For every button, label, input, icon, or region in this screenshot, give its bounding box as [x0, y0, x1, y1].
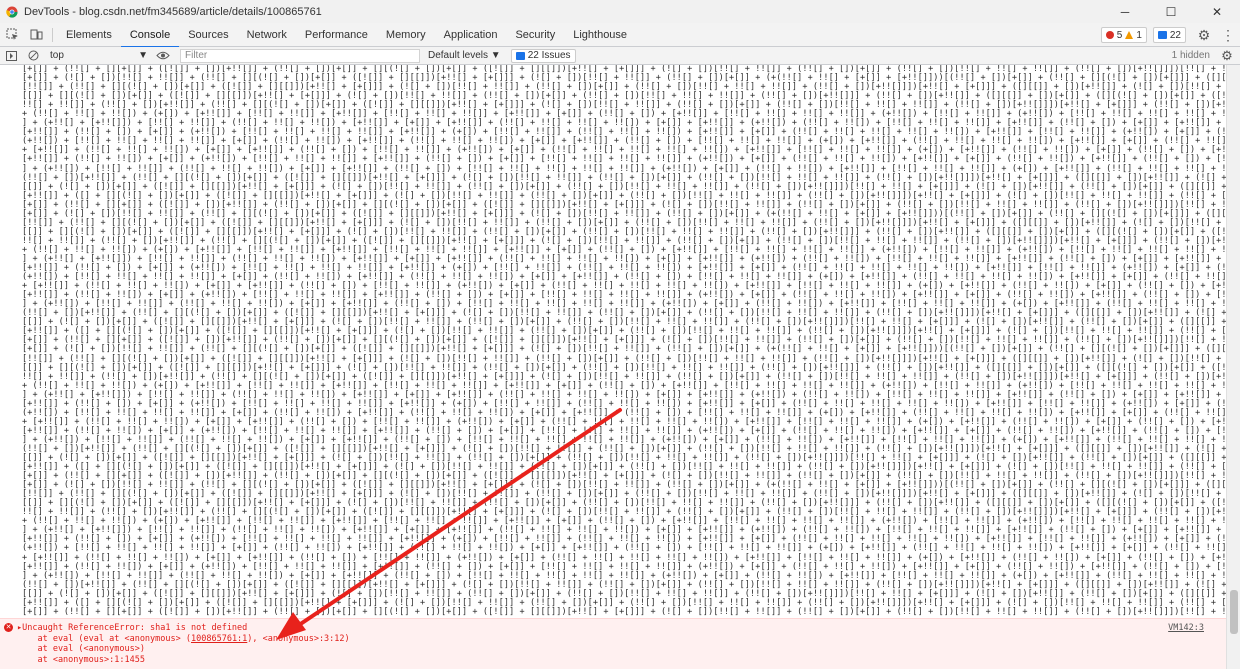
log-levels-dropdown[interactable]: Default levels ▼	[428, 50, 501, 61]
issues-label: 22 Issues	[527, 50, 571, 61]
error-icon	[1105, 31, 1114, 39]
messages-count: 22	[1169, 29, 1181, 41]
tab-performance[interactable]: Performance	[296, 23, 377, 47]
toolbar-divider	[52, 27, 53, 42]
settings-gear-icon[interactable]: ⚙	[1192, 24, 1216, 46]
tab-network[interactable]: Network	[238, 23, 296, 47]
tab-application[interactable]: Application	[435, 23, 507, 47]
clear-console-icon[interactable]	[22, 47, 44, 65]
error-count: 5	[1116, 29, 1123, 41]
devtools-tabbar: Elements Console Sources Network Performance…	[0, 23, 1240, 48]
filter-placeholder: Filter	[185, 50, 208, 61]
error-title[interactable]: ▸Uncaught ReferenceError: sha1 is not de…	[17, 623, 247, 633]
window-title: DevTools - blog.csdn.net/fm345689/articl…	[24, 5, 322, 18]
stack-frame-1-suffix: ), <anonymous>:3:12)	[247, 633, 350, 644]
warning-icon	[1125, 31, 1134, 39]
issues-button[interactable]: 22 Issues	[510, 48, 576, 63]
console-settings-gear-icon[interactable]: ⚙	[1218, 47, 1236, 65]
close-window-button[interactable]: ✕	[1194, 0, 1240, 23]
tab-security[interactable]: Security	[506, 23, 564, 47]
tab-memory[interactable]: Memory	[377, 23, 435, 47]
console-scrollbar[interactable]	[1226, 65, 1240, 669]
error-circle-icon: ✕	[4, 623, 13, 632]
device-toolbar-icon[interactable]	[24, 24, 48, 46]
filter-input[interactable]: Filter	[180, 48, 420, 63]
chevron-down-icon: ▼	[138, 50, 148, 61]
chrome-devtools-icon	[6, 6, 18, 18]
tab-lighthouse[interactable]: Lighthouse	[564, 23, 636, 47]
error-source-link[interactable]: VM142:3	[1168, 623, 1204, 634]
stack-frame-3: at <anonymous>:1:1455	[17, 654, 145, 665]
tab-sources[interactable]: Sources	[179, 23, 237, 47]
issue-counter[interactable]: 5 1	[1100, 27, 1147, 43]
sidebar-toggle-icon[interactable]	[0, 47, 22, 65]
hidden-count: 1 hidden	[1171, 50, 1210, 61]
maximize-button[interactable]: ☐	[1148, 0, 1194, 23]
inspect-element-icon[interactable]	[0, 24, 24, 46]
warning-count: 1	[1136, 29, 1142, 41]
tab-elements[interactable]: Elements	[57, 23, 121, 47]
log-levels-label: Default levels ▼	[428, 50, 501, 61]
issues-icon	[515, 51, 525, 60]
window-titlebar: DevTools - blog.csdn.net/fm345689/articl…	[0, 0, 1240, 23]
message-icon	[1157, 31, 1167, 39]
minimize-button[interactable]: ─	[1102, 0, 1148, 23]
console-toolbar: top ▼ Filter Default levels ▼ 22 Issues …	[0, 47, 1240, 65]
stack-frame-2: at eval (<anonymous>)	[17, 644, 145, 654]
tab-console[interactable]: Console	[120, 23, 180, 48]
context-value: top	[50, 50, 64, 61]
scrollbar-thumb[interactable]	[1230, 590, 1238, 634]
console-output[interactable]: [+[]] + (!![] + [][+[]] + ([![]] + [])[+…	[0, 65, 1226, 618]
error-message[interactable]: ✕ ▸Uncaught ReferenceError: sha1 is not d…	[0, 618, 1226, 669]
live-expression-eye-icon[interactable]	[152, 47, 174, 65]
context-selector[interactable]: top ▼	[46, 49, 152, 63]
stack-frame-1-prefix: at eval (eval at <anonymous> (	[17, 633, 191, 644]
messages-counter[interactable]: 22	[1152, 27, 1186, 43]
stack-frame-link[interactable]: 100865761:1	[191, 634, 247, 644]
obfuscated-code-output: [+[]] + (!![] + [][+[]] + ([![]] + [])[+…	[22, 65, 1226, 617]
more-options-icon[interactable]: ⋮	[1216, 24, 1240, 46]
